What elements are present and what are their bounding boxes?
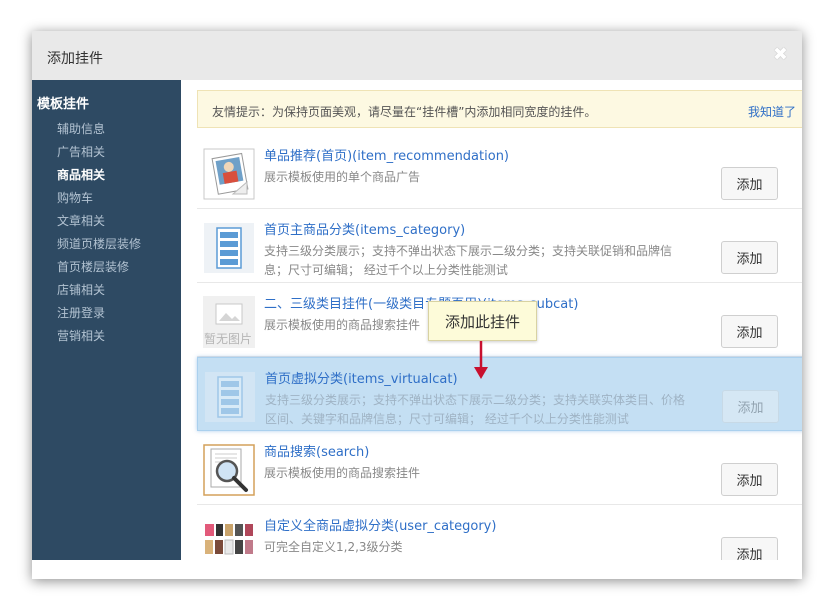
- widget-description: 支持三级分类展示；支持不弹出状态下展示二级分类；支持关联促销和品牌信息；尺寸可编…: [264, 244, 673, 277]
- sidebar-item-products[interactable]: 商品相关: [57, 166, 141, 189]
- sidebar-item-ads[interactable]: 广告相关: [57, 143, 141, 166]
- sidebar-item-auxiliary[interactable]: 辅助信息: [57, 120, 141, 143]
- no-image-label: 暂无图片: [204, 332, 253, 346]
- widget-description: 展示模板使用的单个商品广告: [264, 170, 421, 184]
- add-widget-button[interactable]: 添加: [721, 463, 778, 496]
- add-widget-button[interactable]: 添加: [721, 167, 778, 200]
- widget-name[interactable]: 首页虚拟分类(items_virtualcat): [265, 368, 458, 387]
- no-image-icon: 暂无图片: [203, 296, 255, 348]
- sidebar-item-store[interactable]: 店铺相关: [57, 281, 141, 304]
- widget-name[interactable]: 商品搜索(search): [264, 441, 369, 460]
- widget-description: 展示模板使用的商品搜索挂件: [264, 466, 421, 480]
- widget-description: 可完全自定义1,2,3级分类: [264, 540, 403, 554]
- widget-row: 商品搜索(search) 展示模板使用的商品搜索挂件 添加: [197, 431, 802, 505]
- dialog-titlebar: 添加挂件 ✖: [32, 31, 802, 81]
- add-widget-button[interactable]: 添加: [721, 537, 778, 560]
- add-widget-button[interactable]: 添加: [721, 241, 778, 274]
- magnifier-icon: [203, 444, 255, 496]
- add-widget-button[interactable]: 添加: [722, 390, 779, 423]
- dismiss-tip-link[interactable]: 我知道了: [748, 103, 796, 120]
- down-arrow-icon: [474, 341, 488, 379]
- category-list-icon: [205, 372, 255, 422]
- widget-row: 自定义全商品虚拟分类(user_category) 可完全自定义1,2,3级分类…: [197, 505, 802, 560]
- dialog-title: 添加挂件: [47, 51, 103, 67]
- sidebar-item-marketing[interactable]: 营销相关: [57, 327, 141, 350]
- sidebar-item-login[interactable]: 注册登录: [57, 304, 141, 327]
- widget-name[interactable]: 单品推荐(首页)(item_recommendation): [264, 145, 509, 164]
- widget-row: 单品推荐(首页)(item_recommendation) 展示模板使用的单个商…: [197, 135, 802, 209]
- add-widget-callout: 添加此挂件: [428, 301, 537, 341]
- sidebar-item-cart[interactable]: 购物车: [57, 189, 141, 212]
- sidebar-heading: 模板挂件: [37, 97, 90, 112]
- widget-name[interactable]: 自定义全商品虚拟分类(user_category): [264, 515, 496, 534]
- widget-name[interactable]: 首页主商品分类(items_category): [264, 219, 465, 238]
- widget-description: 支持三级分类展示；支持不弹出状态下展示二级分类；支持关联实体类目、价格区间、关键…: [265, 393, 686, 426]
- sidebar-item-home-floor[interactable]: 首页楼层装修: [57, 258, 141, 281]
- product-grid-icon: [204, 519, 254, 560]
- close-icon[interactable]: ✖: [773, 44, 788, 65]
- add-widget-button[interactable]: 添加: [721, 315, 778, 348]
- sidebar-item-channel-floor[interactable]: 频道页楼层装修: [57, 235, 141, 258]
- sidebar-menu: 辅助信息 广告相关 商品相关 购物车 文章相关 频道页楼层装修 首页楼层装修 店…: [57, 120, 141, 350]
- product-photo-icon: [203, 148, 255, 200]
- widget-row: 首页主商品分类(items_category) 支持三级分类展示；支持不弹出状态…: [197, 209, 802, 283]
- sidebar: 模板挂件 辅助信息 广告相关 商品相关 购物车 文章相关 频道页楼层装修 首页楼…: [32, 80, 181, 560]
- tip-text: 友情提示：为保持页面美观，请尽量在“挂件槽”内添加相同宽度的挂件。: [212, 105, 597, 119]
- widget-row-highlighted: 首页虚拟分类(items_virtualcat) 支持三级分类展示；支持不弹出状…: [197, 357, 802, 431]
- category-list-icon: [204, 223, 254, 273]
- sidebar-item-articles[interactable]: 文章相关: [57, 212, 141, 235]
- tip-notice: 友情提示：为保持页面美观，请尽量在“挂件槽”内添加相同宽度的挂件。 我知道了: [197, 90, 802, 128]
- add-widget-dialog: 添加挂件 ✖ 模板挂件 辅助信息 广告相关 商品相关 购物车 文章相关 频道页楼…: [32, 31, 802, 579]
